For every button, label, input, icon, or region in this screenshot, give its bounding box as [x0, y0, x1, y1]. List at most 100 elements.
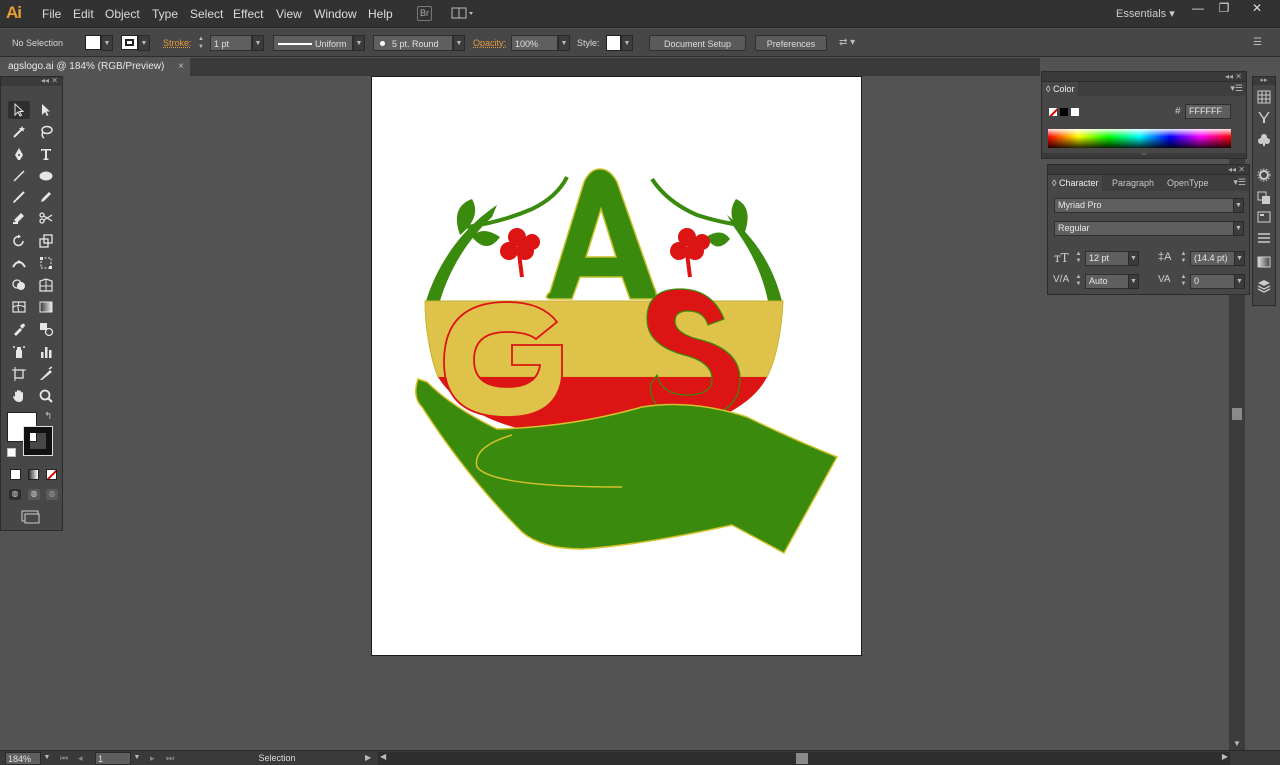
- draw-behind-icon[interactable]: ◍: [28, 489, 40, 500]
- menu-object[interactable]: Object: [105, 7, 140, 21]
- blob-brush-tool-icon[interactable]: [8, 209, 30, 227]
- perspective-grid-tool-icon[interactable]: [35, 276, 57, 294]
- menu-file[interactable]: File: [42, 7, 61, 21]
- stroke-profile-dropdown-icon[interactable]: ▼: [353, 35, 365, 51]
- layers-panel-icon[interactable]: [1256, 278, 1272, 294]
- appearance-panel-icon[interactable]: [1256, 209, 1272, 225]
- maximize-button[interactable]: ❐: [1211, 1, 1237, 16]
- stroke-profile-field[interactable]: Uniform: [273, 35, 353, 51]
- opacity-dropdown-icon[interactable]: ▼: [558, 35, 570, 51]
- white-color-swatch[interactable]: [1070, 107, 1080, 117]
- menu-type[interactable]: Type: [152, 7, 178, 21]
- kerning-spinner-icon[interactable]: ▲ ▼: [1074, 274, 1083, 289]
- brush-dropdown-icon[interactable]: ▼: [453, 35, 465, 51]
- last-artboard-icon[interactable]: ⏭: [166, 752, 174, 765]
- leading-spinner-icon[interactable]: ▲ ▼: [1179, 251, 1188, 266]
- status-menu-icon[interactable]: ▶: [365, 752, 371, 765]
- menu-edit[interactable]: Edit: [73, 7, 94, 21]
- stroke-spinner-icon[interactable]: ▲ ▼: [198, 35, 208, 51]
- menu-effect[interactable]: Effect: [233, 7, 263, 21]
- close-window-button[interactable]: ✕: [1242, 1, 1272, 16]
- artboard-dropdown-icon[interactable]: ▼: [131, 752, 143, 765]
- artboard-number-field[interactable]: 1: [95, 752, 131, 765]
- shape-builder-tool-icon[interactable]: [8, 276, 30, 294]
- minimize-button[interactable]: —: [1185, 1, 1211, 16]
- leading-dropdown-icon[interactable]: ▼: [1234, 251, 1245, 266]
- tab-color[interactable]: ◊ Color: [1042, 82, 1079, 96]
- magic-wand-tool-icon[interactable]: [8, 123, 30, 141]
- font-family-dropdown-icon[interactable]: ▼: [1233, 198, 1244, 213]
- menu-select[interactable]: Select: [190, 7, 223, 21]
- scroll-down-icon[interactable]: ▼: [1233, 739, 1241, 748]
- kerning-dropdown-icon[interactable]: ▼: [1128, 274, 1139, 289]
- pencil-tool-icon[interactable]: [35, 188, 57, 206]
- menu-window[interactable]: Window: [314, 7, 357, 21]
- tools-panel-header[interactable]: ◂◂ ✕: [1, 77, 62, 86]
- ellipse-tool-icon[interactable]: [35, 167, 57, 185]
- swap-colors-icon[interactable]: ↰: [44, 411, 52, 422]
- none-mode-icon[interactable]: [46, 469, 57, 480]
- zoom-field[interactable]: 184%: [5, 752, 41, 765]
- stroke-label[interactable]: Stroke:: [163, 35, 192, 51]
- gradient-mode-icon[interactable]: [28, 469, 39, 480]
- zoom-dropdown-icon[interactable]: ▼: [41, 752, 53, 765]
- ags-logo-artwork[interactable]: [372, 77, 863, 657]
- artboard-tool-icon[interactable]: [8, 365, 30, 383]
- character-panel-menu-icon[interactable]: ▾☰: [1233, 177, 1246, 188]
- stroke-swatch[interactable]: [121, 35, 138, 50]
- horizontal-scroll-thumb[interactable]: [796, 753, 808, 764]
- symbols-panel-icon[interactable]: [1256, 132, 1272, 148]
- type-tool-icon[interactable]: [35, 145, 57, 163]
- free-transform-tool-icon[interactable]: [35, 254, 57, 272]
- paintbrush-tool-icon[interactable]: [8, 188, 30, 206]
- opacity-label[interactable]: Opacity:: [473, 35, 506, 51]
- color-panel-menu-icon[interactable]: ▾☰: [1230, 83, 1243, 94]
- scale-tool-icon[interactable]: [35, 232, 57, 250]
- blend-tool-icon[interactable]: [35, 320, 57, 338]
- line-segment-tool-icon[interactable]: [8, 167, 30, 185]
- preferences-button[interactable]: Preferences: [755, 35, 827, 51]
- menu-view[interactable]: View: [276, 7, 302, 21]
- font-style-dropdown-icon[interactable]: ▼: [1233, 221, 1244, 236]
- direct-selection-tool-icon[interactable]: [35, 101, 57, 119]
- column-graph-tool-icon[interactable]: [35, 343, 57, 361]
- gradient-tool-icon[interactable]: [35, 298, 57, 316]
- draw-normal-icon[interactable]: ◍: [9, 489, 21, 500]
- pen-tool-icon[interactable]: [8, 145, 30, 163]
- tab-opentype[interactable]: OpenType: [1163, 175, 1213, 191]
- style-swatch[interactable]: [606, 35, 621, 51]
- tab-paragraph[interactable]: Paragraph: [1108, 175, 1158, 191]
- scroll-left-icon[interactable]: ◀: [380, 752, 386, 761]
- screen-mode-icon[interactable]: [21, 510, 41, 524]
- gradient-panel-icon[interactable]: [1256, 254, 1272, 270]
- font-size-dropdown-icon[interactable]: ▼: [1128, 251, 1139, 266]
- default-colors-icon[interactable]: [7, 448, 16, 457]
- fill-dropdown-icon[interactable]: ▼: [101, 35, 113, 51]
- previous-artboard-icon[interactable]: ◂: [78, 752, 83, 765]
- none-color-swatch[interactable]: [1048, 107, 1058, 117]
- scissors-tool-icon[interactable]: [35, 209, 57, 227]
- arrange-documents-icon[interactable]: [451, 6, 475, 21]
- color-panel-header[interactable]: ◂◂ ✕: [1042, 72, 1246, 82]
- align-panel-icon[interactable]: [1256, 230, 1272, 246]
- close-tab-button[interactable]: ×: [178, 58, 184, 76]
- color-mode-icon[interactable]: [10, 469, 21, 480]
- lasso-tool-icon[interactable]: [35, 123, 57, 141]
- menu-help[interactable]: Help: [368, 7, 393, 21]
- color-spectrum[interactable]: [1048, 129, 1231, 148]
- width-tool-icon[interactable]: [8, 254, 30, 272]
- character-panel-header[interactable]: ◂◂ ✕: [1048, 165, 1249, 175]
- brushes-panel-icon[interactable]: [1256, 109, 1272, 125]
- zoom-tool-icon[interactable]: [35, 387, 57, 405]
- selection-tool-icon[interactable]: [8, 101, 30, 119]
- horizontal-scrollbar[interactable]: ◀ ▶: [378, 752, 1230, 765]
- hand-tool-icon[interactable]: [8, 387, 30, 405]
- document-tab[interactable]: agslogo.ai @ 184% (RGB/Preview) ×: [0, 58, 190, 76]
- kerning-field[interactable]: Auto: [1085, 274, 1129, 289]
- slice-tool-icon[interactable]: [35, 365, 57, 383]
- font-size-spinner-icon[interactable]: ▲ ▼: [1074, 251, 1083, 266]
- font-style-field[interactable]: Regular: [1054, 221, 1234, 236]
- bridge-icon[interactable]: Br: [417, 6, 432, 21]
- stroke-color-box[interactable]: [23, 426, 53, 456]
- rotate-tool-icon[interactable]: [8, 232, 30, 250]
